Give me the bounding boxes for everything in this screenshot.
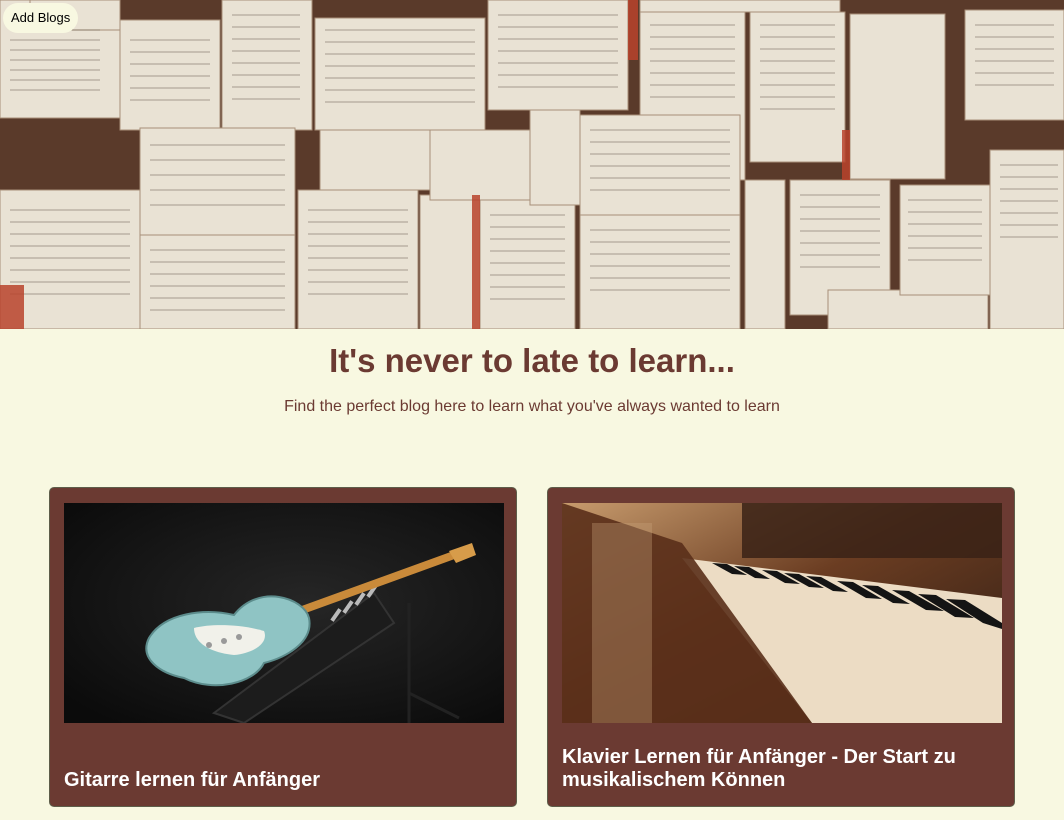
page-title: It's never to late to learn... — [329, 342, 735, 379]
hero-banner: Add Blogs — [0, 0, 1064, 329]
hero-books-image — [0, 0, 1064, 329]
blog-card-piano[interactable]: Klavier Lernen für Anfänger - Der Start … — [547, 487, 1015, 807]
blog-card-title[interactable]: Gitarre lernen für Anfänger — [64, 769, 502, 792]
piano-image — [562, 503, 1002, 723]
blog-card-guitar[interactable]: Gitarre lernen für Anfänger — [49, 487, 517, 807]
guitar-image — [64, 503, 504, 723]
add-blogs-button[interactable]: Add Blogs — [3, 3, 79, 33]
blog-card-title[interactable]: Klavier Lernen für Anfänger - Der Start … — [562, 746, 1000, 792]
page-subtitle: Find the perfect blog here to learn what… — [284, 398, 780, 415]
